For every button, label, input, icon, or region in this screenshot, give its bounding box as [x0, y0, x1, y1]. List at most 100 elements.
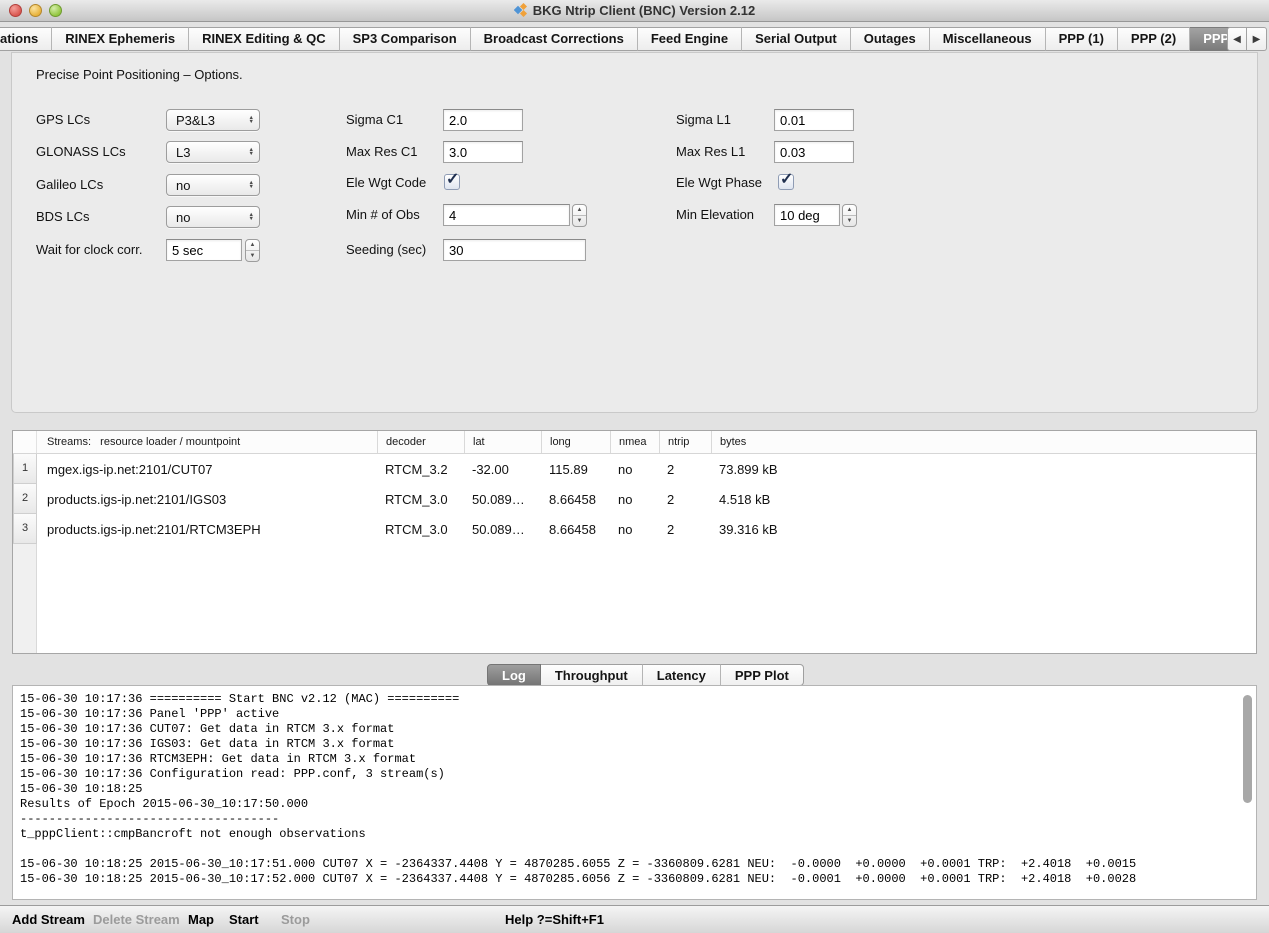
- cell-ntrip: 2: [659, 492, 711, 507]
- sigma-l1-field[interactable]: [774, 109, 854, 131]
- ele-wgt-code-checkbox[interactable]: ✓: [444, 174, 460, 190]
- log-scrollbar-thumb[interactable]: [1243, 695, 1252, 803]
- glonass-lcs-combobox[interactable]: L3 ▲▼: [166, 141, 260, 163]
- tab-feed-engine[interactable]: Feed Engine: [638, 27, 742, 51]
- col-header-nmea[interactable]: nmea: [610, 431, 659, 453]
- min-elevation-stepper[interactable]: ▲ ▼: [842, 204, 857, 227]
- cell-decoder: RTCM_3.0: [377, 522, 464, 537]
- titlebar: BKG Ntrip Client (BNC) Version 2.12: [0, 0, 1269, 22]
- row-number[interactable]: 2: [13, 484, 37, 514]
- stream-row[interactable]: 3 products.igs-ip.net:2101/RTCM3EPH RTCM…: [13, 514, 1256, 544]
- col-header-mountpoint[interactable]: Streams: resource loader / mountpoint: [37, 431, 377, 453]
- map-button[interactable]: Map: [188, 912, 214, 927]
- gutter-corner: [13, 431, 37, 453]
- max-res-l1-label: Max Res L1: [676, 141, 745, 163]
- gps-lcs-label: GPS LCs: [36, 109, 90, 131]
- log-line: [20, 842, 1238, 857]
- output-tabbar: Log Throughput Latency PPP Plot: [487, 664, 804, 686]
- min-obs-field[interactable]: [443, 204, 570, 226]
- cell-lat: 50.089…: [464, 522, 541, 537]
- seeding-field[interactable]: [443, 239, 586, 261]
- stop-button[interactable]: Stop: [281, 912, 310, 927]
- stepper-up-icon[interactable]: ▲: [573, 205, 586, 216]
- ele-wgt-phase-checkbox[interactable]: ✓: [778, 174, 794, 190]
- cell-decoder: RTCM_3.0: [377, 492, 464, 507]
- cell-mountpoint: mgex.igs-ip.net:2101/CUT07: [37, 462, 377, 477]
- stepper-down-icon[interactable]: ▼: [573, 216, 586, 226]
- stepper-up-icon[interactable]: ▲: [843, 205, 856, 216]
- gps-lcs-combobox[interactable]: P3&L3 ▲▼: [166, 109, 260, 131]
- min-obs-stepper[interactable]: ▲ ▼: [572, 204, 587, 227]
- stream-row[interactable]: 2 products.igs-ip.net:2101/IGS03 RTCM_3.…: [13, 484, 1256, 514]
- tab-ppp-plot[interactable]: PPP Plot: [721, 664, 804, 686]
- col-header-long[interactable]: long: [541, 431, 610, 453]
- bnc-app-icon: [514, 3, 528, 17]
- main-tabbar: ations RINEX Ephemeris RINEX Editing & Q…: [0, 27, 1262, 51]
- tab-scroll-left-icon[interactable]: ◀: [1227, 27, 1247, 51]
- log-line: 15-06-30 10:17:36 ========== Start BNC v…: [20, 692, 1238, 707]
- tab-broadcast-corrections[interactable]: Broadcast Corrections: [471, 27, 638, 51]
- statusbar: Add Stream Delete Stream Map Start Stop …: [0, 905, 1269, 933]
- stepper-down-icon[interactable]: ▼: [246, 251, 259, 261]
- row-number[interactable]: 3: [13, 514, 37, 544]
- log-console[interactable]: 15-06-30 10:17:36 ========== Start BNC v…: [12, 685, 1257, 900]
- tab-throughput[interactable]: Throughput: [541, 664, 643, 686]
- wait-clock-corr-field[interactable]: [166, 239, 242, 261]
- checkmark-icon: ✓: [446, 169, 459, 189]
- bds-lcs-label: BDS LCs: [36, 206, 89, 228]
- min-elevation-field[interactable]: [774, 204, 840, 226]
- tab-stations[interactable]: ations: [0, 27, 52, 51]
- row-number[interactable]: 1: [13, 454, 37, 484]
- stream-row[interactable]: 1 mgex.igs-ip.net:2101/CUT07 RTCM_3.2 -3…: [13, 454, 1256, 484]
- tab-scroll-right-icon[interactable]: ▶: [1247, 27, 1267, 51]
- sigma-c1-field[interactable]: [443, 109, 523, 131]
- tab-ppp-1[interactable]: PPP (1): [1046, 27, 1118, 51]
- streams-table-header: Streams: resource loader / mountpoint de…: [13, 431, 1256, 454]
- row-number-gutter: [13, 544, 37, 653]
- cell-long: 8.66458: [541, 492, 610, 507]
- col-header-bytes[interactable]: bytes: [711, 431, 831, 453]
- tab-log[interactable]: Log: [487, 664, 541, 686]
- add-stream-button[interactable]: Add Stream: [12, 912, 85, 927]
- galileo-lcs-combobox[interactable]: no ▲▼: [166, 174, 260, 196]
- wait-clock-corr-stepper[interactable]: ▲ ▼: [245, 239, 260, 262]
- help-label[interactable]: Help ?=Shift+F1: [505, 912, 604, 927]
- tab-latency[interactable]: Latency: [643, 664, 721, 686]
- tab-miscellaneous[interactable]: Miscellaneous: [930, 27, 1046, 51]
- cell-mountpoint: products.igs-ip.net:2101/IGS03: [37, 492, 377, 507]
- tab-outages[interactable]: Outages: [851, 27, 930, 51]
- max-res-c1-label: Max Res C1: [346, 141, 418, 163]
- col-header-lat[interactable]: lat: [464, 431, 541, 453]
- seeding-label: Seeding (sec): [346, 239, 426, 261]
- cell-long: 115.89: [541, 462, 610, 477]
- stepper-up-icon[interactable]: ▲: [246, 240, 259, 251]
- cell-lat: 50.089…: [464, 492, 541, 507]
- cell-bytes: 73.899 kB: [711, 462, 831, 477]
- bds-lcs-combobox[interactable]: no ▲▼: [166, 206, 260, 228]
- start-button[interactable]: Start: [229, 912, 259, 927]
- log-line: ------------------------------------: [20, 812, 1238, 827]
- tab-serial-output[interactable]: Serial Output: [742, 27, 851, 51]
- wait-clock-corr-label: Wait for clock corr.: [36, 239, 142, 261]
- max-res-c1-field[interactable]: [443, 141, 523, 163]
- window-title: BKG Ntrip Client (BNC) Version 2.12: [0, 3, 1269, 18]
- log-text: 15-06-30 10:17:36 ========== Start BNC v…: [20, 692, 1238, 887]
- ele-wgt-code-label: Ele Wgt Code: [346, 172, 426, 194]
- tab-ppp-2[interactable]: PPP (2): [1118, 27, 1190, 51]
- tab-scroll-arrows: ◀ ▶: [1227, 27, 1267, 51]
- log-line: 15-06-30 10:18:25: [20, 782, 1238, 797]
- col-header-ntrip[interactable]: ntrip: [659, 431, 711, 453]
- cell-bytes: 39.316 kB: [711, 522, 831, 537]
- combo-arrows-icon: ▲▼: [249, 116, 254, 125]
- delete-stream-button[interactable]: Delete Stream: [93, 912, 180, 927]
- cell-ntrip: 2: [659, 462, 711, 477]
- col-header-decoder[interactable]: decoder: [377, 431, 464, 453]
- tab-rinex-editing-qc[interactable]: RINEX Editing & QC: [189, 27, 340, 51]
- tab-rinex-ephemeris[interactable]: RINEX Ephemeris: [52, 27, 189, 51]
- ele-wgt-phase-label: Ele Wgt Phase: [676, 172, 762, 194]
- stepper-down-icon[interactable]: ▼: [843, 216, 856, 226]
- tab-sp3-comparison[interactable]: SP3 Comparison: [340, 27, 471, 51]
- max-res-l1-field[interactable]: [774, 141, 854, 163]
- log-line: 15-06-30 10:17:36 CUT07: Get data in RTC…: [20, 722, 1238, 737]
- cell-long: 8.66458: [541, 522, 610, 537]
